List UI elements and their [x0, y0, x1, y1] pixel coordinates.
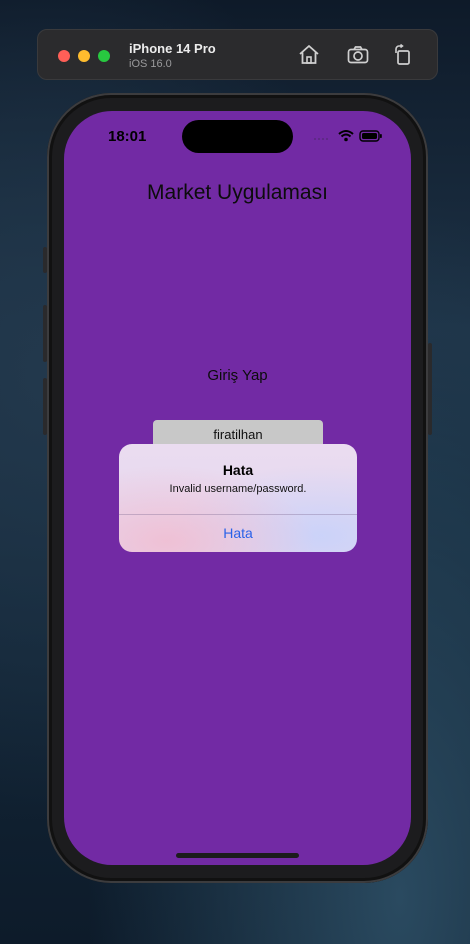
zoom-window-button[interactable]	[98, 50, 110, 62]
status-time: 18:01	[108, 128, 147, 145]
volume-up-button	[43, 305, 47, 362]
close-window-button[interactable]	[58, 50, 70, 62]
device-name: iPhone 14 Pro	[129, 41, 216, 56]
alert-button[interactable]: Hata	[119, 515, 357, 552]
page-title: Market Uygulaması	[147, 181, 328, 204]
dynamic-island	[182, 120, 293, 153]
rotate-icon[interactable]	[391, 43, 415, 67]
os-version: iOS 16.0	[129, 58, 172, 70]
volume-down-button	[43, 378, 47, 435]
power-button	[428, 343, 432, 435]
login-label: Giriş Yap	[207, 367, 268, 384]
simulator-toolbar: iPhone 14 Pro iOS 16.0	[37, 29, 438, 80]
wifi-icon	[338, 130, 354, 142]
signal-icon	[314, 138, 328, 140]
alert-message: Invalid username/password.	[169, 483, 307, 495]
status-icons	[314, 130, 382, 142]
home-icon[interactable]	[297, 43, 321, 67]
home-indicator[interactable]	[176, 853, 299, 858]
mute-switch	[43, 247, 47, 273]
error-alert: Hata Invalid username/password. Hata	[119, 444, 357, 552]
minimize-window-button[interactable]	[78, 50, 90, 62]
battery-icon	[359, 130, 382, 142]
alert-title: Hata	[222, 462, 254, 478]
screenshot-icon[interactable]	[346, 43, 370, 67]
